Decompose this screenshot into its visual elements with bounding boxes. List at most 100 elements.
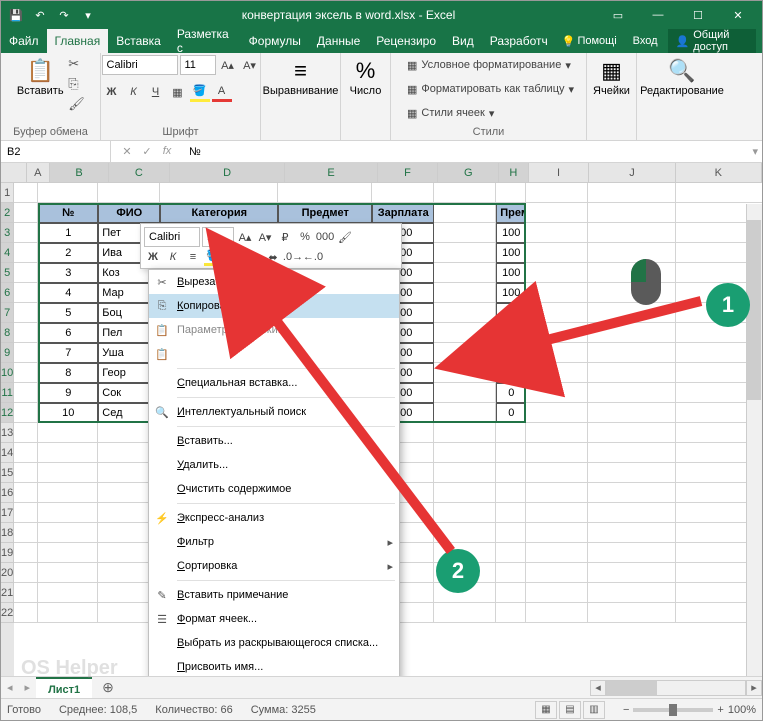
cell[interactable] [14, 463, 38, 483]
tab-insert[interactable]: Вставка [108, 29, 169, 53]
cell[interactable] [14, 443, 38, 463]
col-header[interactable]: H [499, 163, 528, 182]
row-header[interactable]: 16 [1, 483, 14, 503]
cell[interactable] [434, 363, 496, 383]
cell[interactable]: 0 [496, 323, 526, 343]
cell[interactable] [526, 183, 588, 203]
cut-icon[interactable]: ✂ [68, 55, 85, 73]
cell[interactable]: Предмет [278, 203, 372, 223]
cell[interactable] [38, 583, 98, 603]
cell[interactable] [434, 503, 496, 523]
col-header[interactable]: J [589, 163, 675, 182]
cell[interactable] [588, 383, 676, 403]
cell[interactable]: 2 [38, 243, 98, 263]
cell[interactable] [434, 263, 496, 283]
cell[interactable] [588, 603, 676, 623]
col-header[interactable]: F [378, 163, 439, 182]
cell[interactable] [588, 303, 676, 323]
cell[interactable] [588, 243, 676, 263]
cell[interactable] [526, 603, 588, 623]
underline-button[interactable]: Ч [146, 82, 166, 102]
border-button[interactable]: ▦ [168, 82, 188, 102]
row-header[interactable]: 11 [1, 383, 14, 403]
cell[interactable] [496, 523, 526, 543]
cell[interactable] [588, 443, 676, 463]
cell[interactable]: 10 [38, 403, 98, 423]
view-layout-icon[interactable]: ▤ [559, 701, 581, 719]
row-header[interactable]: 4 [1, 243, 14, 263]
row-header[interactable]: 21 [1, 583, 14, 603]
context-menu-item[interactable]: Удалить... [149, 453, 399, 477]
cancel-formula-icon[interactable]: ✕ [119, 145, 135, 158]
cell[interactable] [526, 463, 588, 483]
cell[interactable] [38, 563, 98, 583]
cell[interactable] [38, 443, 98, 463]
cell[interactable] [676, 183, 762, 203]
cell[interactable] [14, 583, 38, 603]
cell[interactable]: 3 [38, 263, 98, 283]
tab-view[interactable]: Вид [444, 29, 482, 53]
cell[interactable] [434, 183, 496, 203]
copy-icon[interactable]: ⎘ [68, 75, 85, 93]
cell[interactable] [14, 603, 38, 623]
mini-percent-icon[interactable]: % [296, 228, 314, 246]
cell[interactable] [434, 463, 496, 483]
formula-input[interactable]: № [183, 146, 748, 158]
cell[interactable] [14, 383, 38, 403]
cell[interactable]: № [38, 203, 98, 223]
col-header[interactable]: E [285, 163, 377, 182]
cell[interactable] [14, 363, 38, 383]
conditional-formatting[interactable]: ▦ Условное форматирование ▾ [403, 55, 571, 75]
mini-bold-icon[interactable]: Ж [144, 248, 162, 266]
zoom-control[interactable]: −+ 100% [623, 704, 756, 716]
cell[interactable]: 0 [496, 403, 526, 423]
cell[interactable] [496, 423, 526, 443]
cell[interactable]: 0 [496, 383, 526, 403]
login-button[interactable]: Вход [627, 35, 664, 47]
cell[interactable]: 6 [38, 323, 98, 343]
cell[interactable] [526, 383, 588, 403]
expand-formula-icon[interactable]: ▾ [748, 145, 762, 158]
col-header[interactable]: B [50, 163, 109, 182]
mini-dec-inc-icon[interactable]: .0→ [284, 248, 302, 266]
select-all-corner[interactable] [1, 163, 27, 182]
cell[interactable] [434, 403, 496, 423]
minimize-icon[interactable]: — [638, 1, 678, 29]
cell[interactable] [14, 303, 38, 323]
mini-formatpainter-icon[interactable]: 🖌 [336, 228, 354, 246]
cell[interactable] [588, 483, 676, 503]
context-menu-item[interactable]: Очистить содержимое [149, 477, 399, 501]
cell-styles[interactable]: ▦ Стили ячеек ▾ [403, 103, 494, 123]
fill-color-button[interactable]: 🪣 [190, 82, 210, 102]
context-menu-item[interactable]: Вставить... [149, 429, 399, 453]
context-menu-item[interactable]: ✂Вырезать [149, 270, 399, 294]
cell[interactable] [160, 183, 278, 203]
paste-button[interactable]: 📋 Вставить [16, 55, 64, 99]
cell[interactable] [588, 343, 676, 363]
view-normal-icon[interactable]: ▦ [535, 701, 557, 719]
cell[interactable] [434, 523, 496, 543]
row-header[interactable]: 20 [1, 563, 14, 583]
mini-shrink-icon[interactable]: A▾ [256, 228, 274, 246]
cell[interactable] [588, 323, 676, 343]
cell[interactable] [588, 523, 676, 543]
cell[interactable] [434, 603, 496, 623]
context-menu-item[interactable]: Фильтр▸ [149, 530, 399, 554]
cell[interactable]: 9 [38, 383, 98, 403]
cell[interactable] [98, 183, 160, 203]
row-header[interactable]: 10 [1, 363, 14, 383]
tab-review[interactable]: Рецензиро [368, 29, 444, 53]
row-header[interactable]: 6 [1, 283, 14, 303]
context-menu-item[interactable]: ✎Вставить примечание [149, 583, 399, 607]
cell[interactable] [526, 403, 588, 423]
save-icon[interactable]: 💾 [5, 4, 27, 26]
cell[interactable] [434, 483, 496, 503]
cell[interactable] [14, 543, 38, 563]
row-header[interactable]: 15 [1, 463, 14, 483]
cell[interactable] [14, 223, 38, 243]
font-color-button[interactable]: A [212, 82, 232, 102]
sheet-nav-next-icon[interactable]: ▸ [19, 681, 37, 694]
cell[interactable]: 1 [38, 223, 98, 243]
cell[interactable] [434, 323, 496, 343]
add-sheet-icon[interactable]: ⊕ [92, 679, 124, 696]
